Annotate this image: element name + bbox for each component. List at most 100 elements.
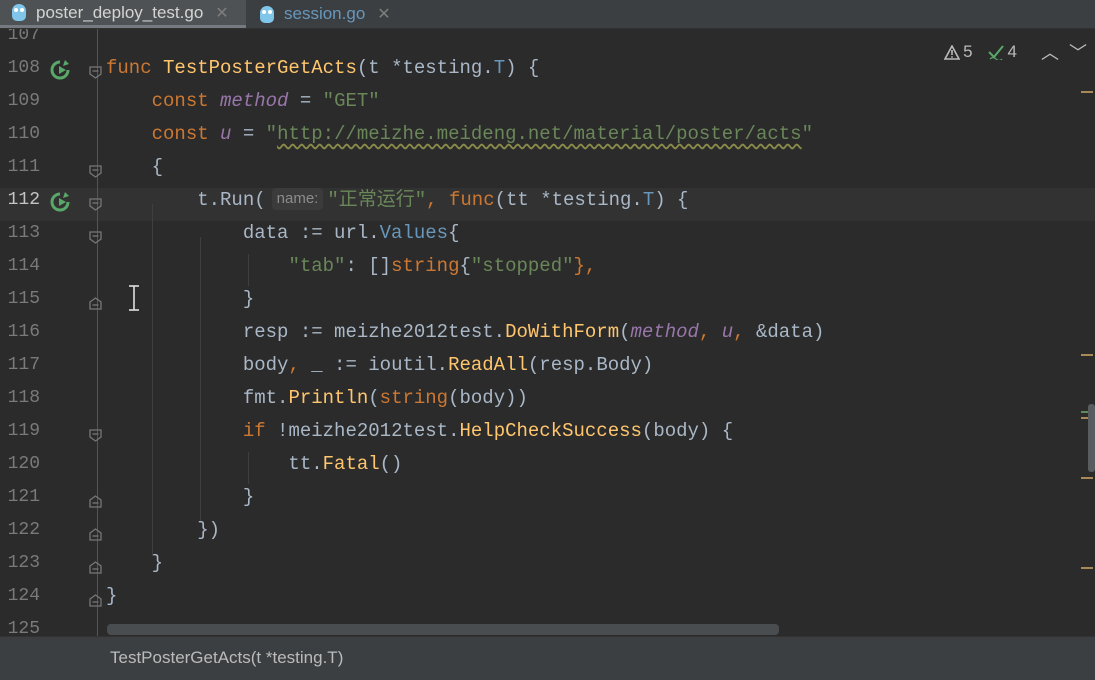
code-token: resp := meizhe2012test. <box>106 321 506 343</box>
line-number[interactable]: 122 <box>0 514 40 547</box>
warnings-indicator[interactable]: 5 <box>944 42 973 62</box>
code-line[interactable]: 116 resp := meizhe2012test.DoWithForm(me… <box>0 316 1095 349</box>
code-token: }, <box>573 255 597 277</box>
chevron-up-icon[interactable]: ︿ <box>1041 39 1059 65</box>
code-line[interactable]: 120 tt.Fatal() <box>0 448 1095 481</box>
code-token: *testing. <box>391 57 494 79</box>
line-number[interactable]: 108 <box>0 52 40 85</box>
code-token: ) { <box>654 189 689 211</box>
line-number[interactable]: 125 <box>0 613 40 636</box>
breadcrumb-item[interactable]: TestPosterGetActs(t *testing.T) <box>110 648 343 668</box>
code-line[interactable]: 115 } <box>0 283 1095 316</box>
fold-close-icon[interactable] <box>89 297 102 310</box>
code-token: t. <box>106 189 221 211</box>
code-line[interactable]: 121 } <box>0 481 1095 514</box>
tab-label: poster_deploy_test.go <box>36 2 204 22</box>
line-number[interactable]: 118 <box>0 382 40 415</box>
fold-close-icon[interactable] <box>89 528 102 541</box>
code-line[interactable]: 122 }) <box>0 514 1095 547</box>
tab-poster-deploy-test[interactable]: poster_deploy_test.go ✕ <box>0 0 246 28</box>
line-number[interactable]: 119 <box>0 415 40 448</box>
line-number[interactable]: 107 <box>0 29 40 52</box>
fold-open-icon[interactable] <box>89 231 102 244</box>
code-text: tt.Fatal() <box>106 448 402 481</box>
fold-open-icon[interactable] <box>89 66 102 79</box>
stripe-marker[interactable] <box>1081 91 1093 93</box>
close-icon[interactable]: ✕ <box>377 4 390 24</box>
code-token: (body)) <box>448 387 528 409</box>
code-token: (t <box>356 57 392 79</box>
stripe-marker[interactable] <box>1081 354 1093 356</box>
code-line[interactable]: 124} <box>0 580 1095 613</box>
code-token: , <box>426 189 449 211</box>
tab-label: session.go <box>284 4 366 23</box>
code-token: DoWithForm <box>505 321 620 343</box>
stripe-marker[interactable] <box>1081 567 1093 569</box>
run-test-icon[interactable] <box>50 60 70 80</box>
code-token: (body) { <box>641 420 734 442</box>
run-test-icon[interactable] <box>50 192 70 212</box>
code-token: (resp.Body) <box>527 354 654 376</box>
line-number[interactable]: 120 <box>0 448 40 481</box>
line-number[interactable]: 116 <box>0 316 40 349</box>
inspection-widget[interactable]: 5 4 ︿ ﹀ <box>944 39 1087 65</box>
editor-tab-bar: poster_deploy_test.go ✕ session.go ✕ <box>0 0 1095 29</box>
horizontal-scrollbar-thumb[interactable] <box>107 624 779 635</box>
code-line[interactable]: 111 { <box>0 151 1095 184</box>
code-line[interactable]: 110 const u = "http://meizhe.meideng.net… <box>0 118 1095 151</box>
code-token: u <box>220 123 232 145</box>
code-text: }) <box>106 514 220 547</box>
line-number[interactable]: 109 <box>0 85 40 118</box>
line-number[interactable]: 121 <box>0 481 40 514</box>
fold-open-icon[interactable] <box>89 165 102 178</box>
fold-close-icon[interactable] <box>89 594 102 607</box>
code-editor[interactable]: 107 108 func TestPosterGetActs(t *testing.… <box>0 29 1095 636</box>
line-number[interactable]: 113 <box>0 217 40 250</box>
warning-icon <box>944 44 961 60</box>
code-token: fmt. <box>106 387 289 409</box>
code-line[interactable]: 108 func TestPosterGetActs(t *testing.T) … <box>0 52 1095 85</box>
typos-indicator[interactable]: 4 <box>987 42 1017 62</box>
line-number[interactable]: 123 <box>0 547 40 580</box>
fold-open-icon[interactable] <box>89 198 102 211</box>
line-number[interactable]: 111 <box>0 151 40 184</box>
code-token: Fatal <box>322 453 380 475</box>
code-text: fmt.Println(string(body)) <box>106 382 528 415</box>
vertical-scrollbar-thumb[interactable] <box>1088 404 1095 472</box>
fold-open-icon[interactable] <box>89 429 102 442</box>
code-line[interactable]: 109 const method = "GET" <box>0 85 1095 118</box>
code-line[interactable]: 107 <box>0 29 1095 52</box>
line-number[interactable]: 117 <box>0 349 40 382</box>
close-icon[interactable]: ✕ <box>215 3 228 23</box>
code-text: func TestPosterGetActs(t *testing.T) { <box>106 52 539 85</box>
code-token: const <box>106 90 221 112</box>
fold-close-icon[interactable] <box>89 561 102 574</box>
code-line[interactable]: 118 fmt.Println(string(body)) <box>0 382 1095 415</box>
code-line[interactable]: 117 body, _ := ioutil.ReadAll(resp.Body) <box>0 349 1095 382</box>
line-number[interactable]: 114 <box>0 250 40 283</box>
typos-count: 4 <box>1007 42 1017 61</box>
code-token: T <box>493 57 506 79</box>
stripe-marker[interactable] <box>1081 477 1093 479</box>
fold-close-icon[interactable] <box>89 495 102 508</box>
code-token: _ := ioutil. <box>311 354 449 376</box>
tab-session[interactable]: session.go ✕ <box>248 0 408 28</box>
code-text: { <box>106 151 163 184</box>
chevron-down-icon[interactable]: ﹀ <box>1069 39 1087 65</box>
line-number[interactable]: 115 <box>0 283 40 316</box>
code-token: " <box>801 123 813 145</box>
code-token: method <box>220 90 289 112</box>
code-line[interactable]: 119 if !meizhe2012test.HelpCheckSuccess(… <box>0 415 1095 448</box>
code-token: body <box>106 354 289 376</box>
code-line[interactable]: 123 } <box>0 547 1095 580</box>
code-line[interactable]: 112 t.Run(name: "正常运行", func(tt *testing.… <box>0 184 1095 217</box>
code-line[interactable]: 114 "tab": []string{"stopped"}, <box>0 250 1095 283</box>
line-number[interactable]: 124 <box>0 580 40 613</box>
code-line[interactable]: 113 data := url.Values{ <box>0 217 1095 250</box>
code-text: body, _ := ioutil.ReadAll(resp.Body) <box>106 349 654 382</box>
code-token: ReadAll <box>448 354 528 376</box>
line-number[interactable]: 110 <box>0 118 40 151</box>
code-token: }) <box>106 519 221 541</box>
line-number[interactable]: 112 <box>0 184 40 217</box>
